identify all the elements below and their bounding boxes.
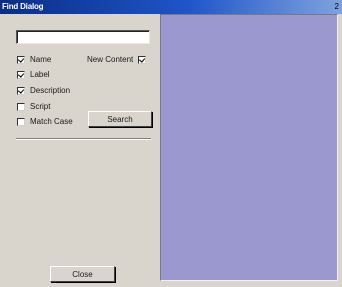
search-options-panel: Name New Content Label Description Scrip… <box>0 14 158 287</box>
option-label-checkbox[interactable] <box>17 70 25 79</box>
option-script-label: Script <box>30 102 51 111</box>
option-name-checkbox[interactable] <box>17 55 25 64</box>
close-button[interactable]: Close <box>50 266 115 282</box>
new-content-checkbox[interactable] <box>138 55 147 64</box>
option-description-row[interactable]: Description <box>17 85 70 96</box>
option-script-row[interactable]: Script <box>17 101 50 112</box>
option-label-label: Label <box>30 70 50 79</box>
results-pane[interactable] <box>160 14 338 281</box>
title-bar-indicator: 2 <box>334 2 339 11</box>
find-dialog-window: Find Dialog 2 Name New Content Label Des… <box>0 0 342 287</box>
new-content-label: New Content <box>87 55 134 64</box>
option-script-checkbox[interactable] <box>17 102 25 111</box>
search-button[interactable]: Search <box>88 111 152 127</box>
option-description-label: Description <box>30 86 71 95</box>
window-title: Find Dialog <box>2 2 44 11</box>
option-name-label: Name <box>30 55 52 64</box>
option-match-case-checkbox[interactable] <box>17 117 25 126</box>
search-input[interactable] <box>16 30 150 44</box>
option-label-row[interactable]: Label <box>17 69 50 80</box>
title-bar[interactable]: Find Dialog 2 <box>0 0 342 14</box>
option-description-checkbox[interactable] <box>17 86 25 95</box>
new-content-row[interactable]: New Content <box>87 54 147 65</box>
options-divider <box>16 138 151 140</box>
option-name-row[interactable]: Name <box>17 54 51 65</box>
option-match-case-label: Match Case <box>30 117 73 126</box>
option-match-case-row[interactable]: Match Case <box>17 116 73 127</box>
